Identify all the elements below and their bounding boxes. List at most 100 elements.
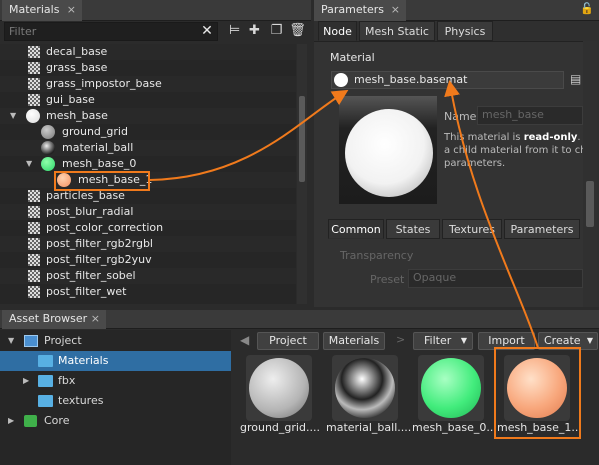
filter-input[interactable]: Filter bbox=[4, 22, 218, 41]
chevron-down-icon: ▼ bbox=[460, 336, 467, 345]
name-field[interactable]: mesh_base bbox=[477, 106, 583, 125]
tab-asset-browser-label: Asset Browser bbox=[9, 312, 88, 325]
back-icon[interactable]: ◀ bbox=[240, 333, 249, 347]
tree-item-project[interactable]: ▼ Project bbox=[0, 331, 231, 351]
tab-parameters-sub[interactable]: Parameters bbox=[504, 219, 580, 239]
tab-common[interactable]: Common bbox=[328, 219, 384, 239]
tree-item-decal-base[interactable]: decal_base bbox=[0, 44, 296, 60]
material-checker-icon bbox=[28, 254, 40, 266]
tab-parameters[interactable]: Parameters × bbox=[314, 0, 406, 21]
tab-node[interactable]: Node bbox=[318, 21, 357, 41]
asset-tree: ▼ Project Materials ▶ fbx textures ▶ Cor… bbox=[0, 330, 231, 465]
tree-item-label: mesh_base_0 bbox=[62, 157, 137, 170]
asset-thumbnail-material-ball[interactable] bbox=[332, 355, 398, 421]
tree-item-grass-impostor-base[interactable]: grass_impostor_base bbox=[0, 76, 296, 92]
tab-materials-label: Materials bbox=[9, 3, 60, 16]
collapse-arrow-icon[interactable]: ▶ bbox=[8, 411, 14, 431]
tree-item-textures[interactable]: textures bbox=[0, 391, 231, 411]
add-icon[interactable]: ✚ bbox=[246, 22, 263, 40]
material-subtabs: Common States Textures Parameters bbox=[328, 219, 586, 239]
hierarchy-icon[interactable]: ⊨ bbox=[226, 22, 243, 40]
tab-parameters-label: Parameters bbox=[321, 3, 384, 16]
highlight-box bbox=[54, 171, 150, 191]
tree-item-post-blur-radial[interactable]: post_blur_radial bbox=[0, 204, 296, 220]
tree-item-label: grass_base bbox=[46, 61, 108, 74]
tree-item-post-color-correction[interactable]: post_color_correction bbox=[0, 220, 296, 236]
delete-icon[interactable]: 🗑 bbox=[289, 22, 306, 40]
tree-item-label: post_filter_sobel bbox=[46, 269, 136, 282]
tree-item-label: post_filter_rgb2rgbl bbox=[46, 237, 153, 250]
scrollbar-thumb[interactable] bbox=[299, 96, 305, 182]
project-icon bbox=[24, 335, 38, 347]
highlight-box bbox=[494, 347, 581, 439]
parameters-scrollbar[interactable] bbox=[583, 41, 597, 307]
gray-ball-icon bbox=[41, 125, 55, 139]
asset-thumbnail-ground-grid[interactable] bbox=[246, 355, 312, 421]
material-checker-icon bbox=[28, 270, 40, 282]
tree-item-core[interactable]: ▶ Core bbox=[0, 411, 231, 431]
tab-textures[interactable]: Textures bbox=[442, 219, 502, 239]
close-icon[interactable]: × bbox=[67, 0, 76, 20]
expand-arrow-icon[interactable]: ▼ bbox=[10, 108, 16, 124]
expand-arrow-icon[interactable]: ▼ bbox=[8, 331, 14, 351]
tree-item-fbx[interactable]: ▶ fbx bbox=[0, 371, 231, 391]
tree-item-label: post_blur_radial bbox=[46, 205, 134, 218]
tree-item-ground-grid[interactable]: ground_grid bbox=[0, 124, 296, 140]
preset-label: Preset bbox=[370, 273, 405, 286]
tab-materials[interactable]: Materials × bbox=[2, 0, 82, 21]
material-checker-icon bbox=[28, 222, 40, 234]
breadcrumb-project-button[interactable]: Project bbox=[257, 332, 319, 350]
materials-scrollbar[interactable] bbox=[297, 44, 307, 304]
asset-caption: mesh_base_0... bbox=[412, 421, 497, 434]
asset-browser-panel: Asset Browser × ▼ Project Materials ▶ fb… bbox=[0, 310, 599, 465]
core-icon bbox=[24, 415, 37, 427]
close-icon[interactable]: × bbox=[391, 0, 400, 20]
copy-icon[interactable]: ❐ bbox=[268, 22, 285, 40]
tab-asset-browser[interactable]: Asset Browser × bbox=[2, 310, 106, 329]
scrollbar-thumb[interactable] bbox=[586, 181, 594, 227]
clear-filter-icon[interactable]: ✕ bbox=[198, 23, 216, 40]
material-checker-icon bbox=[28, 94, 40, 106]
expand-arrow-icon[interactable]: ▼ bbox=[26, 156, 32, 172]
white-ball-icon bbox=[26, 109, 40, 123]
tree-item-label: textures bbox=[58, 394, 104, 407]
folder-icon bbox=[38, 355, 53, 367]
tab-states[interactable]: States bbox=[386, 219, 440, 239]
preset-select[interactable]: Opaque bbox=[408, 269, 583, 288]
folder-browse-icon[interactable]: ▤ bbox=[570, 72, 581, 86]
lock-icon[interactable]: 🔓 bbox=[580, 2, 594, 15]
create-button-label: Create bbox=[544, 334, 581, 347]
tree-item-label: material_ball bbox=[62, 141, 134, 154]
tree-item-post-filter-sobel[interactable]: post_filter_sobel bbox=[0, 268, 296, 284]
tree-item-label: ground_grid bbox=[62, 125, 128, 138]
filter-button[interactable]: Filter ▼ bbox=[413, 332, 473, 350]
asset-caption: material_ball.... bbox=[326, 421, 412, 434]
materials-panel: Materials × Filter ✕ ⊨ ✚ ❐ 🗑 decal_base … bbox=[0, 0, 311, 307]
material-checker-icon bbox=[28, 238, 40, 250]
tree-item-mesh-base[interactable]: ▼ mesh_base bbox=[0, 108, 296, 124]
tree-item-label: fbx bbox=[58, 374, 76, 387]
tree-item-gui-base[interactable]: gui_base bbox=[0, 92, 296, 108]
tab-physics[interactable]: Physics bbox=[437, 21, 493, 41]
asset-thumbnail-mesh-base-0[interactable] bbox=[418, 355, 484, 421]
parameters-subtabs: Node Mesh Static Physics bbox=[318, 21, 598, 41]
close-icon[interactable]: × bbox=[91, 310, 100, 328]
transparency-label: Transparency bbox=[340, 249, 414, 262]
material-checker-icon bbox=[28, 78, 40, 90]
tree-item-mesh-base-0[interactable]: ▼ mesh_base_0 bbox=[0, 156, 296, 172]
tree-item-grass-base[interactable]: grass_base bbox=[0, 60, 296, 76]
tree-item-post-filter-rgb2yuv[interactable]: post_filter_rgb2yuv bbox=[0, 252, 296, 268]
parameters-tabbar: Parameters × 🔓 bbox=[314, 0, 599, 21]
tree-item-post-filter-rgb2rgbl[interactable]: post_filter_rgb2rgbl bbox=[0, 236, 296, 252]
collapse-arrow-icon[interactable]: ▶ bbox=[23, 371, 29, 391]
breadcrumb-materials-button[interactable]: Materials bbox=[323, 332, 385, 350]
asset-caption: ground_grid.... bbox=[240, 421, 320, 434]
material-field[interactable]: mesh_base.basemat bbox=[331, 71, 564, 89]
tree-item-post-filter-wet[interactable]: post_filter_wet bbox=[0, 284, 296, 300]
tree-item-materials[interactable]: Materials bbox=[0, 351, 231, 371]
tab-mesh-static[interactable]: Mesh Static bbox=[359, 21, 435, 41]
tree-item-material-ball[interactable]: material_ball bbox=[0, 140, 296, 156]
material-checker-icon bbox=[28, 286, 40, 298]
material-checker-icon bbox=[28, 46, 40, 58]
breadcrumb-chevron-icon: > bbox=[396, 333, 406, 346]
